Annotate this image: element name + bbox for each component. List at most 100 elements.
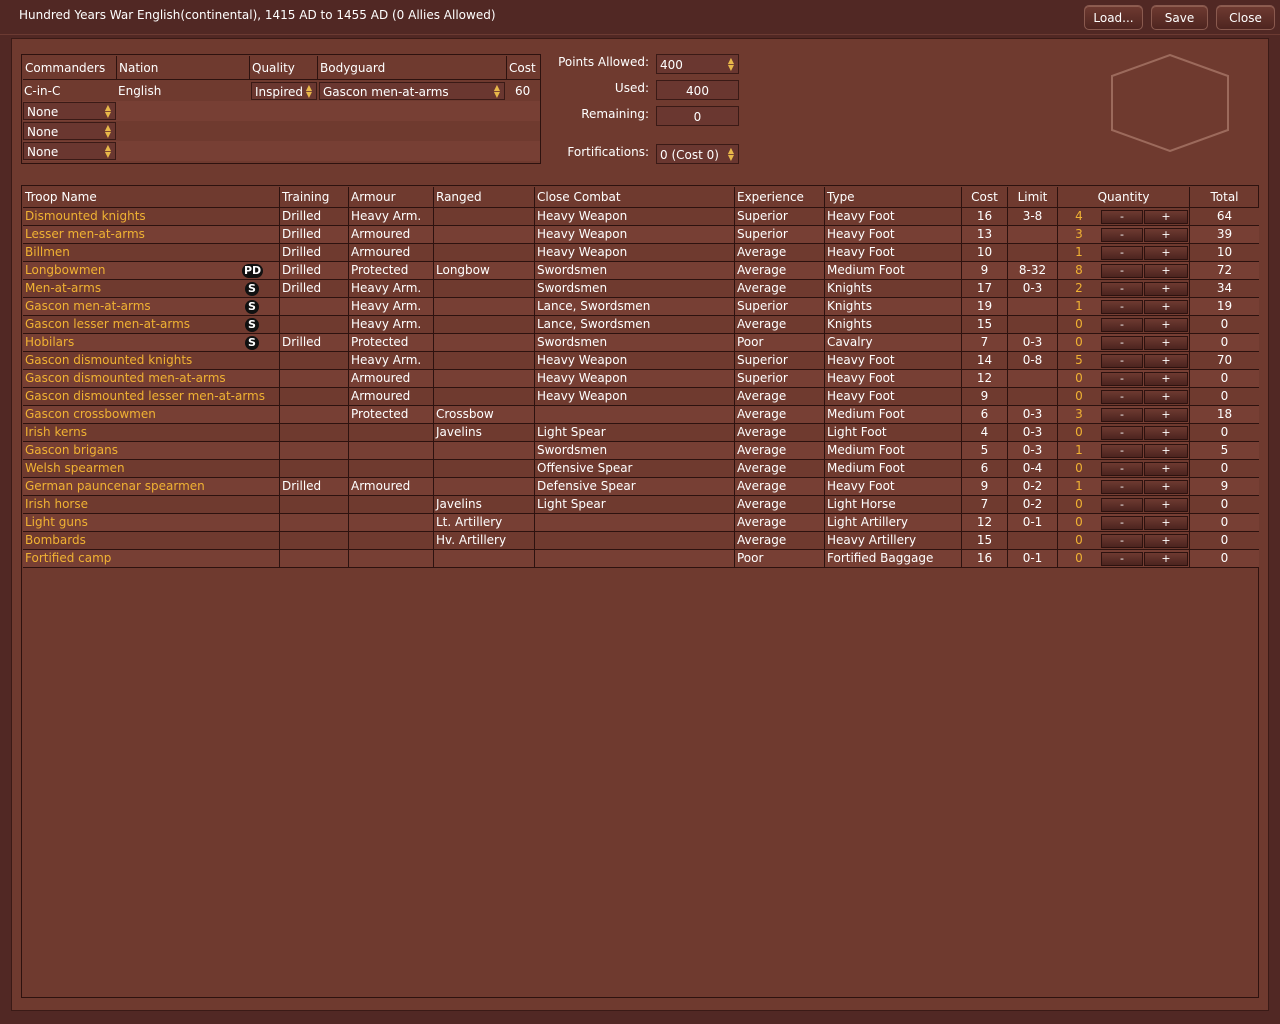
increase-quantity-button[interactable]: + (1144, 282, 1188, 296)
decrease-quantity-button[interactable]: - (1101, 516, 1143, 530)
troop-name[interactable]: Billmen (23, 244, 280, 261)
subcommander-1-dropdown[interactable]: None ▲ ▼ (23, 102, 116, 120)
increase-quantity-button[interactable]: + (1144, 498, 1188, 512)
troop-cost: 16 (962, 208, 1008, 225)
troop-name[interactable]: German pauncenar spearmen (23, 478, 280, 495)
decrease-quantity-button[interactable]: - (1101, 300, 1143, 314)
troop-armour: Heavy Arm. (349, 208, 434, 225)
troop-close-combat: Offensive Spear (535, 460, 735, 477)
increase-quantity-button[interactable]: + (1144, 480, 1188, 494)
increase-quantity-button[interactable]: + (1144, 516, 1188, 530)
troop-ranged (434, 478, 535, 495)
bodyguard-value: Gascon men-at-arms (323, 85, 449, 99)
troop-name[interactable]: Gascon dismounted men-at-arms (23, 370, 280, 387)
decrease-quantity-button[interactable]: - (1101, 318, 1143, 332)
troop-name[interactable]: Fortified camp (23, 550, 280, 567)
decrease-quantity-button[interactable]: - (1101, 354, 1143, 368)
troop-ranged (434, 244, 535, 261)
increase-quantity-button[interactable]: + (1144, 336, 1188, 350)
load-button[interactable]: Load... (1084, 5, 1143, 30)
decrease-quantity-button[interactable]: - (1101, 228, 1143, 242)
increase-quantity-button[interactable]: + (1144, 228, 1188, 242)
troop-close-combat: Heavy Weapon (535, 352, 735, 369)
header-cost: Cost (962, 187, 1008, 208)
troop-armour (349, 460, 434, 477)
increase-quantity-button[interactable]: + (1144, 444, 1188, 458)
points-allowed-dropdown[interactable]: 400 ▲ ▼ (656, 54, 739, 74)
troop-quantity-cell: 0 - + (1058, 316, 1190, 333)
increase-quantity-button[interactable]: + (1144, 462, 1188, 476)
decrease-quantity-button[interactable]: - (1101, 246, 1143, 260)
decrease-quantity-button[interactable]: - (1101, 480, 1143, 494)
troop-name[interactable]: Men-at-arms (23, 280, 280, 297)
close-button[interactable]: Close (1216, 5, 1275, 30)
troop-name[interactable]: Welsh spearmen (23, 460, 280, 477)
troop-training (280, 352, 349, 369)
increase-quantity-button[interactable]: + (1144, 534, 1188, 548)
troop-name[interactable]: Gascon lesser men-at-arms (23, 316, 280, 333)
fortifications-dropdown[interactable]: 0 (Cost 0) ▲ ▼ (656, 144, 739, 164)
decrease-quantity-button[interactable]: - (1101, 264, 1143, 278)
troop-armour: Protected (349, 334, 434, 351)
troop-close-combat (535, 550, 735, 567)
decrease-quantity-button[interactable]: - (1101, 552, 1143, 566)
troop-name[interactable]: Gascon crossbowmen (23, 406, 280, 423)
troop-name[interactable]: Bombards (23, 532, 280, 549)
troop-type: Medium Foot (825, 460, 962, 477)
troop-type: Knights (825, 316, 962, 333)
decrease-quantity-button[interactable]: - (1101, 534, 1143, 548)
troop-name[interactable]: Gascon dismounted lesser men-at-arms (23, 388, 280, 405)
decrease-quantity-button[interactable]: - (1101, 282, 1143, 296)
increase-quantity-button[interactable]: + (1144, 390, 1188, 404)
troop-quantity-cell: 0 - + (1058, 460, 1190, 477)
increase-quantity-button[interactable]: + (1144, 318, 1188, 332)
troop-name[interactable]: Light guns (23, 514, 280, 531)
troop-training (280, 514, 349, 531)
increase-quantity-button[interactable]: + (1144, 552, 1188, 566)
troop-name[interactable]: Lesser men-at-arms (23, 226, 280, 243)
header-nation: Nation (117, 56, 250, 80)
increase-quantity-button[interactable]: + (1144, 264, 1188, 278)
increase-quantity-button[interactable]: + (1144, 372, 1188, 386)
troop-type: Medium Foot (825, 442, 962, 459)
troop-name[interactable]: Gascon dismounted knights (23, 352, 280, 369)
increase-quantity-button[interactable]: + (1144, 408, 1188, 422)
decrease-quantity-button[interactable]: - (1101, 408, 1143, 422)
increase-quantity-button[interactable]: + (1144, 354, 1188, 368)
decrease-quantity-button[interactable]: - (1101, 336, 1143, 350)
troop-name[interactable]: Gascon brigans (23, 442, 280, 459)
header-close-combat: Close Combat (535, 187, 735, 208)
troop-name[interactable]: Irish kerns (23, 424, 280, 441)
save-button[interactable]: Save (1151, 5, 1208, 30)
points-allowed-label: Points Allowed: (558, 55, 649, 69)
increase-quantity-button[interactable]: + (1144, 246, 1188, 260)
troop-name[interactable]: Gascon men-at-arms (23, 298, 280, 315)
troop-type: Cavalry (825, 334, 962, 351)
decrease-quantity-button[interactable]: - (1101, 462, 1143, 476)
increase-quantity-button[interactable]: + (1144, 426, 1188, 440)
decrease-quantity-button[interactable]: - (1101, 372, 1143, 386)
troop-badge: S (245, 300, 259, 314)
decrease-quantity-button[interactable]: - (1101, 444, 1143, 458)
updown-arrows-icon: ▲ ▼ (104, 103, 112, 119)
bodyguard-dropdown[interactable]: Gascon men-at-arms ▲ ▼ (319, 82, 505, 100)
quality-dropdown[interactable]: Inspired ▲ ▼ (251, 82, 317, 100)
increase-quantity-button[interactable]: + (1144, 300, 1188, 314)
subcommander-2-value: None (27, 125, 59, 139)
decrease-quantity-button[interactable]: - (1101, 426, 1143, 440)
troop-armour: Armoured (349, 226, 434, 243)
decrease-quantity-button[interactable]: - (1101, 210, 1143, 224)
troop-quantity: 0 (1075, 551, 1083, 565)
troop-cost: 12 (962, 514, 1008, 531)
decrease-quantity-button[interactable]: - (1101, 498, 1143, 512)
subcommander-2-dropdown[interactable]: None ▲ ▼ (23, 122, 116, 140)
troop-total: 18 (1216, 407, 1233, 421)
decrease-quantity-button[interactable]: - (1101, 390, 1143, 404)
troop-name[interactable]: Hobilars (23, 334, 280, 351)
troop-name[interactable]: Irish horse (23, 496, 280, 513)
troop-name[interactable]: Dismounted knights (23, 208, 280, 225)
troop-badge: S (245, 318, 259, 332)
troop-row: Gascon lesser men-at-arms Heavy Arm. Lan… (23, 316, 1259, 334)
subcommander-3-dropdown[interactable]: None ▲ ▼ (23, 142, 116, 160)
increase-quantity-button[interactable]: + (1144, 210, 1188, 224)
